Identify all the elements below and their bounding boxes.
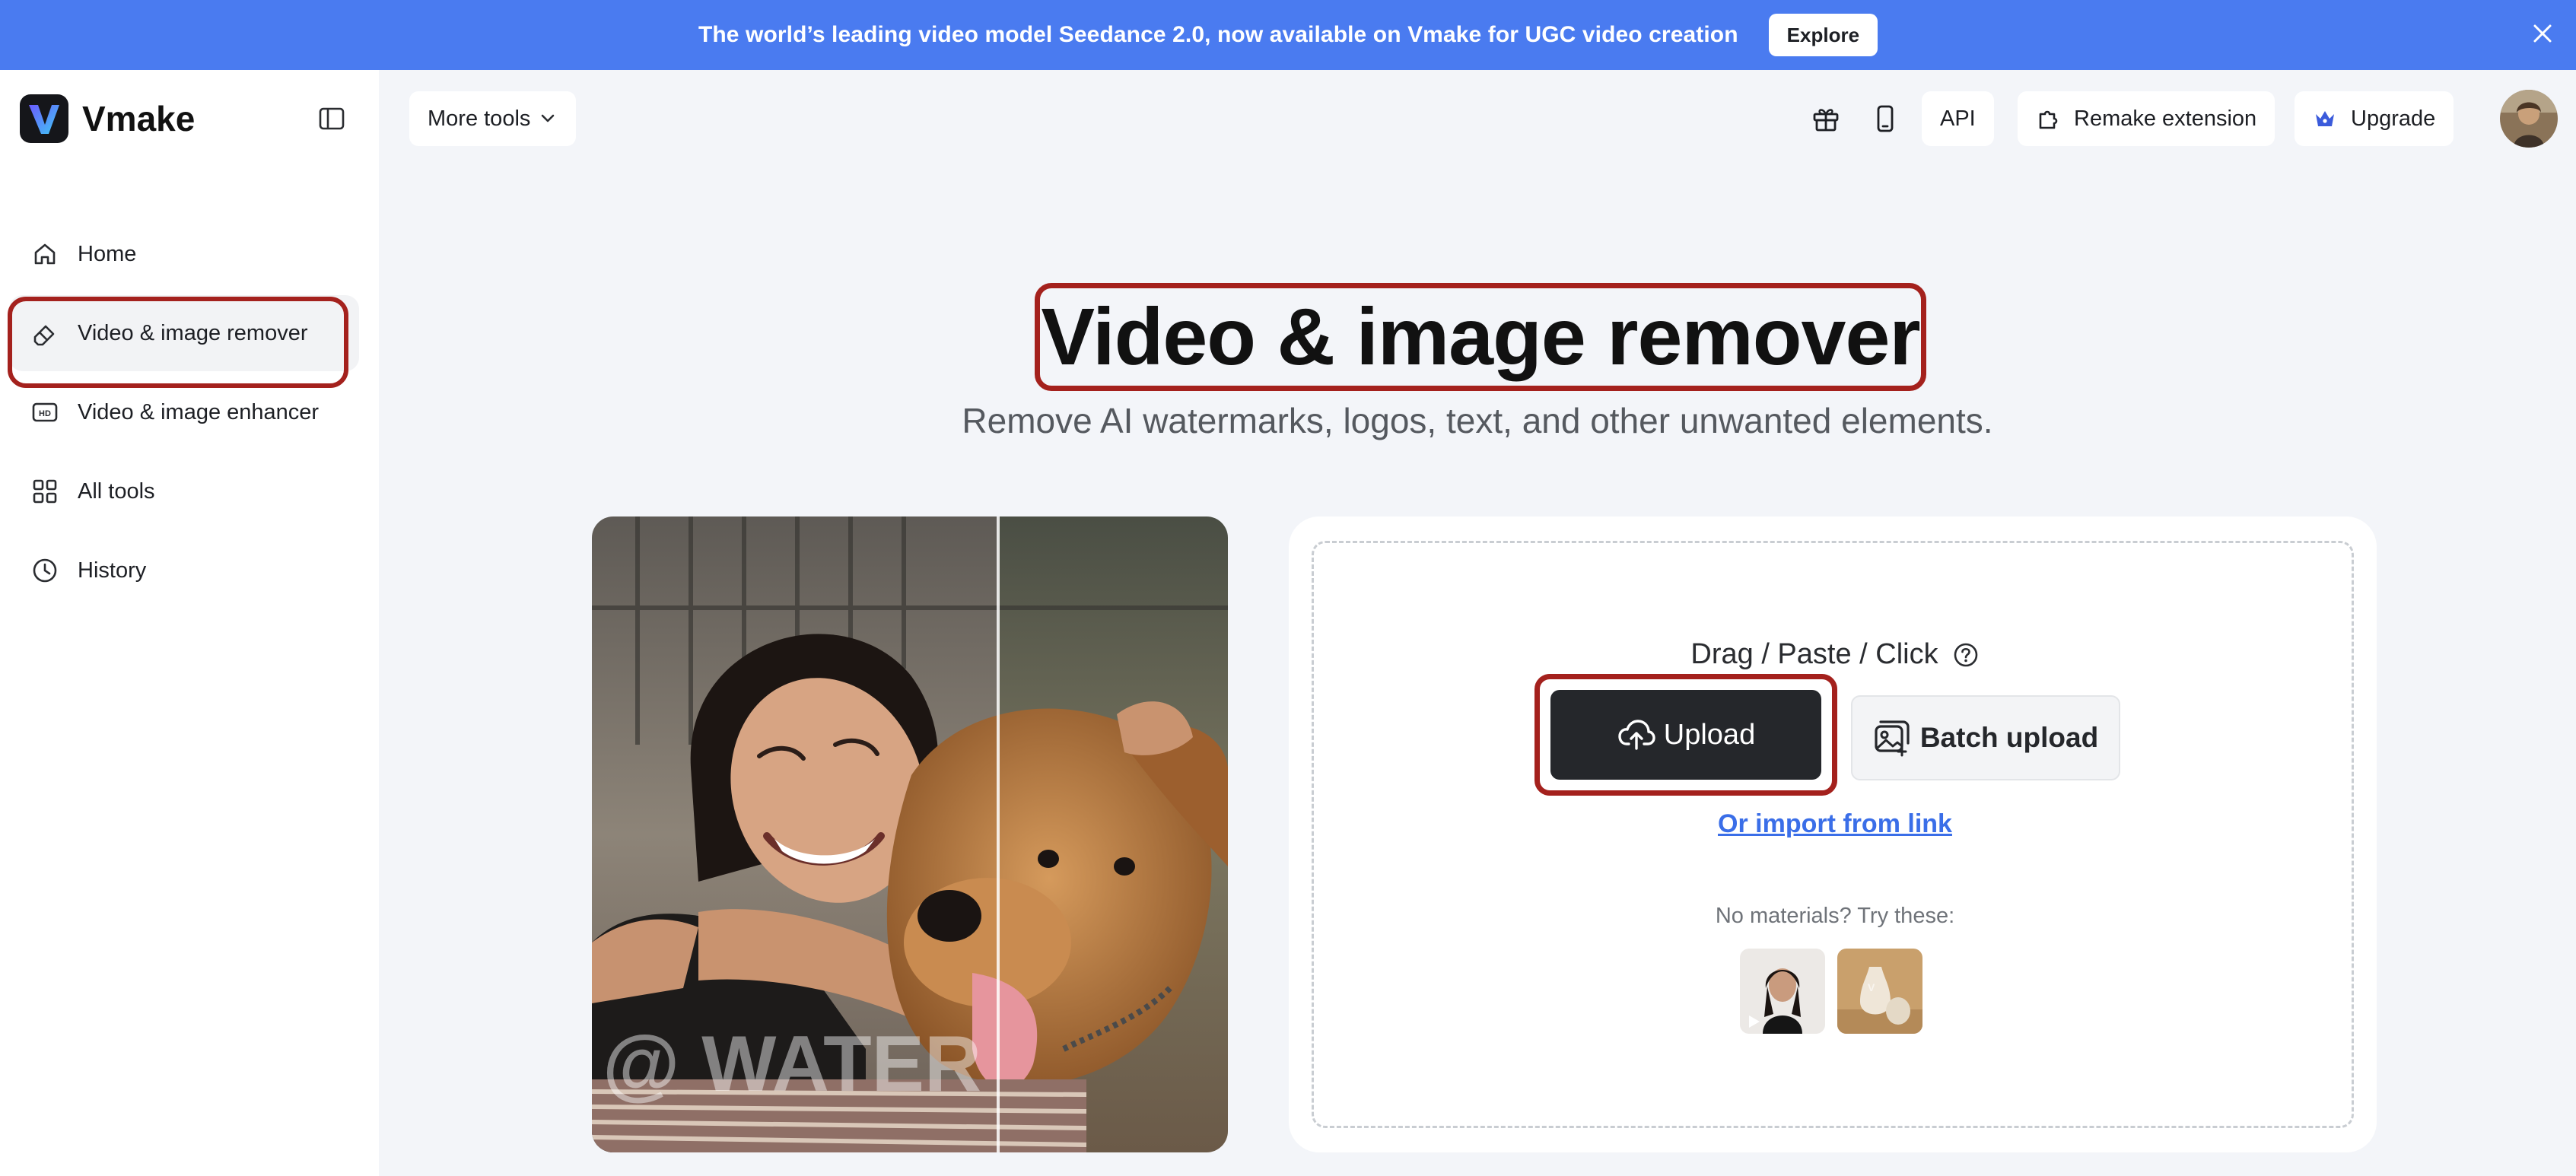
page-title-highlight: Video & image remover [1035,283,1926,391]
batch-upload-label: Batch upload [1919,722,2099,753]
sidebar-item-all-tools[interactable]: All tools [9,453,359,529]
remake-extension-label: Remake extension [2074,106,2257,131]
api-label: API [1940,106,1976,131]
sidebar-item-label: Home [78,241,137,266]
mobile-icon[interactable] [1868,102,1902,135]
more-tools-dropdown[interactable]: More tools [409,91,577,146]
sidebar-item-home[interactable]: Home [9,216,359,292]
home-icon [34,243,56,265]
sidebar-nav: Home Video & image remover HD Video & im… [8,216,359,612]
explore-button[interactable]: Explore [1768,14,1878,56]
drop-hint-text: Drag / Paste / Click [1690,638,1938,670]
sample-vase-image: V [1837,949,1922,1034]
sidebar: Vmake Home Video & image remover HD Vide… [0,70,379,1176]
sidebar-item-label: History [78,558,147,583]
grid-icon [33,479,57,504]
drop-hint: Drag / Paste / Click [1314,638,2356,671]
batch-image-icon [1875,720,1910,757]
upgrade-label: Upgrade [2351,106,2436,131]
import-from-link[interactable]: Or import from link [1314,809,2356,839]
sidebar-item-history[interactable]: History [9,532,359,609]
upload-label: Upload [1663,718,1756,751]
brand-name: Vmake [82,99,196,138]
dropzone[interactable]: Drag / Paste / Click Upload Batch upload… [1312,541,2354,1128]
clock-icon [33,558,57,583]
batch-upload-button[interactable]: Batch upload [1851,695,2120,780]
puzzle-icon [2039,110,2058,129]
sidebar-item-enhancer[interactable]: HD Video & image enhancer [9,374,359,450]
upload-button[interactable]: Upload [1550,690,1821,780]
gift-icon[interactable] [1809,102,1843,135]
hd-icon: HD [32,402,58,422]
chevron-down-icon [542,114,555,122]
banner-text: The world’s leading video model Seedance… [698,22,1738,47]
api-button[interactable]: API [1922,91,1994,146]
more-tools-label: More tools [428,106,531,131]
watermark-text: @ WATER [603,1020,981,1108]
woman-dog-photo: @ WATER [592,516,1228,1152]
eraser-icon [33,325,55,346]
sidebar-item-remover[interactable]: Video & image remover [8,295,359,388]
page-title: Video & image remover [1041,291,1920,382]
upload-button-highlight: Upload [1534,674,1837,796]
sidebar-toggle-icon[interactable] [316,103,347,134]
close-icon[interactable] [2526,17,2559,50]
svg-text:V: V [1868,981,1875,993]
sidebar-item-label: All tools [78,478,155,504]
upload-panel: Drag / Paste / Click Upload Batch upload… [1289,516,2377,1152]
logo[interactable]: Vmake [20,93,195,145]
page-subtitle: Remove AI watermarks, logos, text, and o… [962,401,1993,440]
svg-text:HD: HD [39,409,51,418]
remake-extension-button[interactable]: Remake extension [2018,91,2275,146]
help-icon[interactable] [1952,641,1980,669]
vmake-logo-icon [20,94,68,143]
sample-woman-image [1740,949,1825,1034]
before-after-preview[interactable]: @ WATER [592,516,1228,1152]
upgrade-button[interactable]: Upgrade [2295,91,2454,146]
announcement-banner: The world’s leading video model Seedance… [0,0,2576,70]
user-photo [2500,90,2558,148]
no-materials-text: No materials? Try these: [1715,904,1955,928]
sidebar-item-label: Video & image remover [78,320,308,345]
avatar[interactable] [2500,90,2558,148]
sidebar-item-label: Video & image enhancer [78,399,320,424]
sample-image-thumbnail[interactable]: V [1837,949,1922,1034]
cloud-upload-icon [1618,720,1655,750]
sample-video-thumbnail[interactable] [1740,949,1825,1034]
crown-icon [2316,111,2334,126]
